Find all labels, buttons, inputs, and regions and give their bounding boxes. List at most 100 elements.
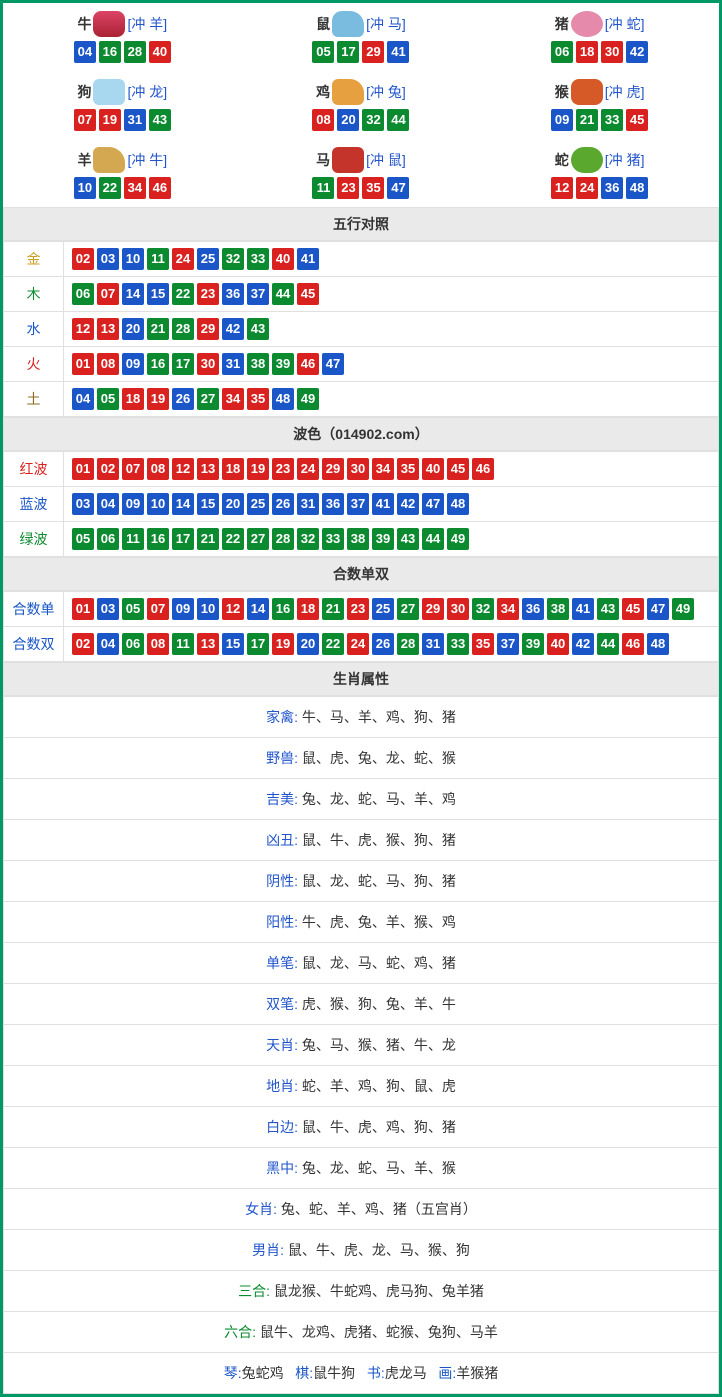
ball: 19 xyxy=(147,388,169,410)
balls-row: 07193143 xyxy=(7,109,238,131)
ball: 06 xyxy=(551,41,573,63)
ball: 32 xyxy=(297,528,319,550)
ball: 36 xyxy=(222,283,244,305)
ball: 32 xyxy=(362,109,384,131)
attr-text: 鼠牛、龙鸡、虎猪、蛇猴、兔狗、马羊 xyxy=(260,1324,498,1340)
zodiac-conflict: [冲 鼠] xyxy=(366,150,406,170)
zodiac-cell: 牛[冲 羊]04162840 xyxy=(3,3,242,71)
wuxing-balls: 06071415222336374445 xyxy=(64,277,719,312)
attr-row: 女肖: 兔、蛇、羊、鸡、猪（五宫肖） xyxy=(4,1189,719,1230)
attr-label: 阳性: xyxy=(266,914,302,930)
ball: 40 xyxy=(422,458,444,480)
balls-row: 0204060811131517192022242628313335373940… xyxy=(72,633,710,655)
ball: 46 xyxy=(472,458,494,480)
attr-cell: 阳性: 牛、虎、兔、羊、猴、鸡 xyxy=(4,902,719,943)
goat-icon xyxy=(93,147,125,173)
attr-text: 兔、龙、蛇、马、羊、鸡 xyxy=(302,791,456,807)
attr-table: 家禽: 牛、马、羊、鸡、狗、猪野兽: 鼠、虎、兔、龙、蛇、猴吉美: 兔、龙、蛇、… xyxy=(3,696,719,1394)
wuxing-balls: 02031011242532334041 xyxy=(64,242,719,277)
ball: 44 xyxy=(387,109,409,131)
ball: 31 xyxy=(422,633,444,655)
ball: 11 xyxy=(312,177,334,199)
ball: 25 xyxy=(372,598,394,620)
ball: 34 xyxy=(124,177,146,199)
ball: 28 xyxy=(124,41,146,63)
balls-row: 03040910141520252631363741424748 xyxy=(72,493,710,515)
ball: 10 xyxy=(197,598,219,620)
wuxing-row: 土04051819262734354849 xyxy=(4,382,719,417)
ball: 26 xyxy=(272,493,294,515)
balls-row: 04051819262734354849 xyxy=(72,388,710,410)
zodiac-top: 鸡[冲 兔] xyxy=(246,79,477,105)
zodiac-conflict: [冲 蛇] xyxy=(605,14,645,34)
balls-row: 08203244 xyxy=(246,109,477,131)
ball: 44 xyxy=(597,633,619,655)
ball: 42 xyxy=(222,318,244,340)
ball: 47 xyxy=(647,598,669,620)
zodiac-top: 蛇[冲 猪] xyxy=(484,147,715,173)
attr-cell: 黑中: 兔、龙、蛇、马、羊、猴 xyxy=(4,1148,719,1189)
ball: 16 xyxy=(99,41,121,63)
ball: 24 xyxy=(347,633,369,655)
ball: 32 xyxy=(222,248,244,270)
ball: 21 xyxy=(197,528,219,550)
ball: 16 xyxy=(272,598,294,620)
attr-label: 三合: xyxy=(238,1283,274,1299)
ball: 28 xyxy=(397,633,419,655)
ball: 07 xyxy=(74,109,96,131)
attr-text: 牛、虎、兔、羊、猴、鸡 xyxy=(302,914,456,930)
ball: 33 xyxy=(447,633,469,655)
attr-label: 男肖: xyxy=(252,1242,288,1258)
attr-text: 牛、马、羊、鸡、狗、猪 xyxy=(302,709,456,725)
ball: 39 xyxy=(272,353,294,375)
zodiac-name: 马 xyxy=(316,150,330,170)
ball: 39 xyxy=(372,528,394,550)
bottom-cell: 琴:兔蛇鸡 棋:鼠牛狗 书:虎龙马 画:羊猴猪 xyxy=(4,1353,719,1394)
ball: 22 xyxy=(222,528,244,550)
bose-balls: 03040910141520252631363741424748 xyxy=(64,487,719,522)
ball: 09 xyxy=(551,109,573,131)
attr-row: 吉美: 兔、龙、蛇、马、羊、鸡 xyxy=(4,779,719,820)
ball: 40 xyxy=(272,248,294,270)
attr-cell: 家禽: 牛、马、羊、鸡、狗、猪 xyxy=(4,697,719,738)
ball: 28 xyxy=(272,528,294,550)
attr-row: 男肖: 鼠、牛、虎、龙、马、猴、狗 xyxy=(4,1230,719,1271)
attr-row: 阴性: 鼠、龙、蛇、马、狗、猪 xyxy=(4,861,719,902)
ball: 45 xyxy=(297,283,319,305)
ball: 09 xyxy=(122,353,144,375)
heshu-label: 合数双 xyxy=(4,627,64,662)
ball: 27 xyxy=(247,528,269,550)
ball: 16 xyxy=(147,353,169,375)
ball: 30 xyxy=(197,353,219,375)
ball: 04 xyxy=(97,633,119,655)
zodiac-conflict: [冲 马] xyxy=(366,14,406,34)
zodiac-grid: 牛[冲 羊]04162840鼠[冲 马]05172941猪[冲 蛇]061830… xyxy=(3,3,719,207)
bottom-row: 琴:兔蛇鸡 棋:鼠牛狗 书:虎龙马 画:羊猴猪 xyxy=(4,1353,719,1394)
ball: 37 xyxy=(247,283,269,305)
ball: 41 xyxy=(572,598,594,620)
ball: 49 xyxy=(447,528,469,550)
wuxing-table: 金02031011242532334041木060714152223363744… xyxy=(3,241,719,417)
balls-row: 05061116172122272832333839434449 xyxy=(72,528,710,550)
bottom-label: 画: xyxy=(438,1365,456,1381)
ball: 38 xyxy=(547,598,569,620)
attr-text: 兔、马、猴、猪、牛、龙 xyxy=(302,1037,456,1053)
attr-header: 生肖属性 xyxy=(3,662,719,696)
bose-row: 蓝波03040910141520252631363741424748 xyxy=(4,487,719,522)
ball: 20 xyxy=(222,493,244,515)
ball: 01 xyxy=(72,353,94,375)
bottom-text: 兔蛇鸡 xyxy=(242,1365,284,1381)
ball: 16 xyxy=(147,528,169,550)
ball: 08 xyxy=(147,633,169,655)
zodiac-top: 狗[冲 龙] xyxy=(7,79,238,105)
ox-icon xyxy=(93,11,125,37)
zodiac-top: 马 [冲 鼠] xyxy=(246,147,477,173)
attr-label: 地肖: xyxy=(266,1078,302,1094)
ball: 20 xyxy=(337,109,359,131)
attr-row: 地肖: 蛇、羊、鸡、狗、鼠、虎 xyxy=(4,1066,719,1107)
attr-text: 鼠、牛、虎、鸡、狗、猪 xyxy=(302,1119,456,1135)
ball: 43 xyxy=(397,528,419,550)
heshu-row: 合数双 0204060811131517192022242628313335373… xyxy=(4,627,719,662)
attr-text: 鼠、龙、马、蛇、鸡、猪 xyxy=(302,955,456,971)
bottom-label: 棋: xyxy=(295,1365,313,1381)
